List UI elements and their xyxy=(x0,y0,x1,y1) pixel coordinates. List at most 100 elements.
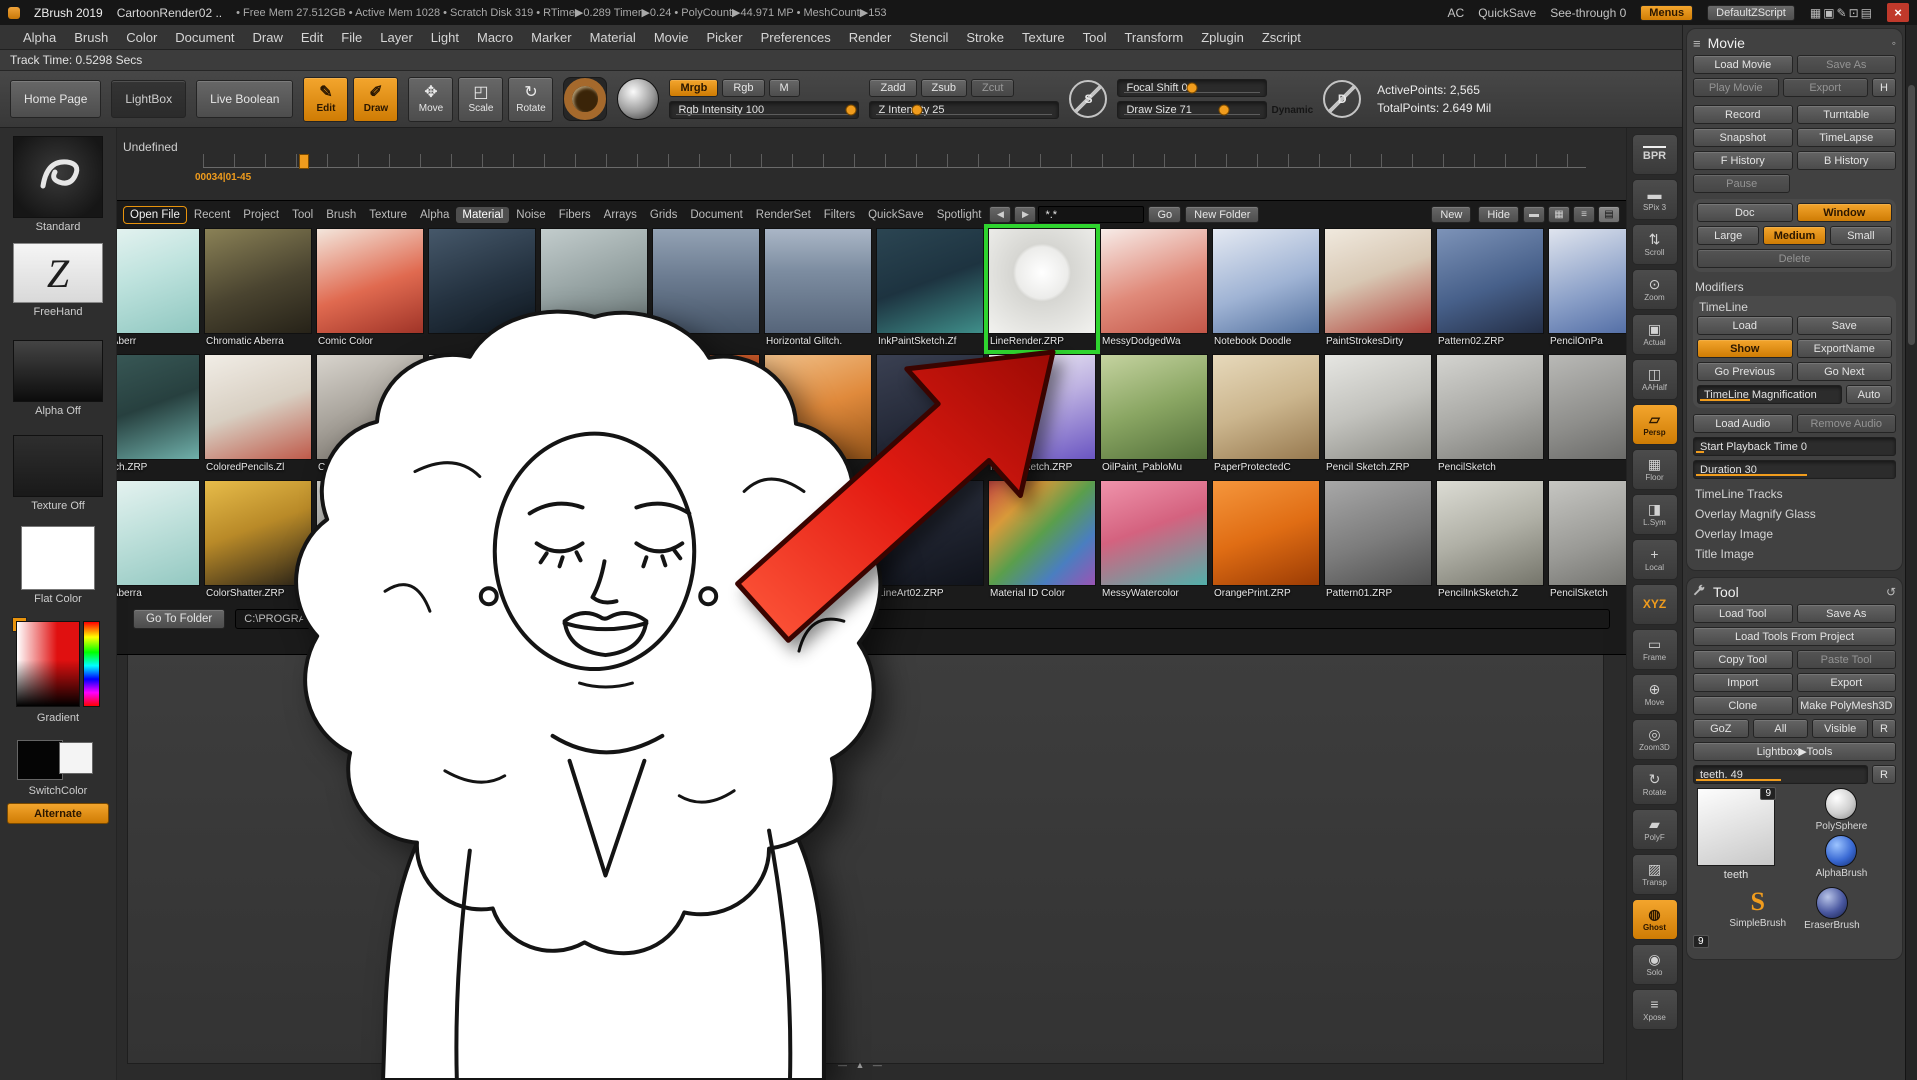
move-button[interactable]: ✥ Move xyxy=(408,77,453,122)
right-shelf-button[interactable]: ◍ Ghost xyxy=(1632,899,1678,940)
timeline-ruler[interactable] xyxy=(203,154,1586,168)
right-shelf-button[interactable]: ◎ Zoom3D xyxy=(1632,719,1678,760)
menu-item[interactable]: Preferences xyxy=(752,30,840,45)
screens-icon[interactable]: ▣ xyxy=(1822,6,1835,20)
lightbox-tab[interactable]: Arrays xyxy=(598,207,643,223)
menu-item[interactable]: Zscript xyxy=(1253,30,1310,45)
timeline-playhead[interactable] xyxy=(299,154,309,169)
delete-button[interactable]: Delete xyxy=(1697,249,1892,268)
clone-button[interactable]: Clone xyxy=(1693,696,1793,715)
lightbox-thumbnail[interactable]: Sketch.ZRP xyxy=(117,354,200,476)
quicksave-button[interactable]: QuickSave xyxy=(1478,6,1536,20)
forward-icon[interactable]: ▶ xyxy=(1014,206,1036,223)
lightbox-thumbnail[interactable]: atic Aberra xyxy=(117,480,200,602)
current-material-preview[interactable] xyxy=(617,78,659,120)
grid-view-icon[interactable]: ▦ xyxy=(1548,206,1570,223)
load-tool-button[interactable]: Load Tool xyxy=(1693,604,1793,623)
live-boolean-button[interactable]: Live Boolean xyxy=(196,80,293,118)
menu-item[interactable]: Color xyxy=(117,30,166,45)
overlay-magnify-label[interactable]: Overlay Magnify Glass xyxy=(1693,503,1896,523)
lightbox-thumbnail[interactable]: PencilSketch xyxy=(1436,354,1544,476)
b-history-button[interactable]: B History xyxy=(1797,151,1897,170)
timeline-magnification-slider[interactable]: TimeLine Magnification xyxy=(1697,385,1842,404)
menu-item[interactable]: Transform xyxy=(1115,30,1192,45)
right-shelf-button[interactable]: ▰ PolyF xyxy=(1632,809,1678,850)
compact-view-icon[interactable]: ▬ xyxy=(1523,206,1545,223)
lightbox-thumbnail[interactable]: PencilInkSketch.Z xyxy=(1436,480,1544,602)
load-movie-button[interactable]: Load Movie xyxy=(1693,55,1793,74)
goz-button[interactable]: GoZ xyxy=(1693,719,1749,738)
menu-item[interactable]: Marker xyxy=(522,30,580,45)
right-shelf-button[interactable]: ▨ Transp xyxy=(1632,854,1678,895)
lightbox-thumbnail[interactable]: atic Aberr xyxy=(117,228,200,350)
lightbox-thumbnail[interactable] xyxy=(1548,354,1626,476)
alphabrush-tool[interactable]: AlphaBrush xyxy=(1816,835,1868,879)
r-button[interactable]: R xyxy=(1872,719,1896,738)
remove-audio-button[interactable]: Remove Audio xyxy=(1797,414,1897,433)
lightbox-tab[interactable]: Material xyxy=(456,207,509,223)
rgb-intensity-slider[interactable]: Rgb Intensity 100 xyxy=(669,101,859,119)
timeline-show-button[interactable]: Show xyxy=(1697,339,1793,358)
d-curve-icon[interactable]: D xyxy=(1323,80,1361,118)
modifiers-label[interactable]: Modifiers xyxy=(1693,276,1896,296)
stroke-selector[interactable]: Z FreeHand xyxy=(13,243,103,318)
main-color-swatch[interactable] xyxy=(17,740,63,780)
back-icon[interactable]: ◀ xyxy=(989,206,1011,223)
lightbox-thumbnail[interactable]: PencilOnPa xyxy=(1548,228,1626,350)
menu-item[interactable]: Draw xyxy=(244,30,292,45)
go-previous-button[interactable]: Go Previous xyxy=(1697,362,1793,381)
zcut-button[interactable]: Zcut xyxy=(971,79,1014,97)
lightbox-thumbnail[interactable]: OrangePrint.ZRP xyxy=(1212,480,1320,602)
menu-item[interactable]: Macro xyxy=(468,30,522,45)
go-to-folder-button[interactable]: Go To Folder xyxy=(133,609,225,629)
right-shelf-button[interactable]: XYZ xyxy=(1632,584,1678,625)
right-shelf-button[interactable]: ⊕ Move xyxy=(1632,674,1678,715)
pen-icon[interactable]: ✎ xyxy=(1836,6,1848,20)
export-movie-button[interactable]: Export xyxy=(1783,78,1869,97)
switch-color[interactable]: SwitchColor xyxy=(13,736,103,797)
duration-slider[interactable]: Duration 30 xyxy=(1693,460,1896,479)
filter-input[interactable]: *.* xyxy=(1038,206,1144,223)
pause-button[interactable]: Pause xyxy=(1693,174,1790,193)
menu-item[interactable]: Texture xyxy=(1013,30,1074,45)
brush-selector[interactable]: Standard xyxy=(13,136,103,233)
right-shelf-button[interactable]: ≡ Xpose xyxy=(1632,989,1678,1030)
goz-visible-button[interactable]: Visible xyxy=(1812,719,1868,738)
zadd-button[interactable]: Zadd xyxy=(869,79,916,97)
lightbox-tab[interactable]: RenderSet xyxy=(750,207,817,223)
load-audio-button[interactable]: Load Audio xyxy=(1693,414,1793,433)
menu-item[interactable]: Material xyxy=(581,30,645,45)
right-shelf-button[interactable]: ⇅ Scroll xyxy=(1632,224,1678,265)
secondary-color-swatch[interactable] xyxy=(59,742,93,774)
hide-button[interactable]: Hide xyxy=(1478,206,1519,223)
menu-item[interactable]: Tool xyxy=(1074,30,1116,45)
menu-item[interactable]: Picker xyxy=(698,30,752,45)
goz-all-button[interactable]: All xyxy=(1753,719,1809,738)
record-button[interactable]: Record xyxy=(1693,105,1793,124)
timeline-tracks-label[interactable]: TimeLine Tracks xyxy=(1693,483,1896,503)
wrench-icon[interactable] xyxy=(1693,584,1706,600)
circle-icon[interactable]: ◦ xyxy=(1892,36,1896,50)
make-polymesh3d-button[interactable]: Make PolyMesh3D xyxy=(1797,696,1897,715)
lightbox-tab[interactable]: Noise xyxy=(510,207,551,223)
doc-button[interactable]: Doc xyxy=(1697,203,1793,222)
lightbox-thumbnail[interactable]: Pattern02.ZRP xyxy=(1436,228,1544,350)
lightbox-tab[interactable]: Recent xyxy=(188,207,236,223)
mrgb-button[interactable]: Mrgb xyxy=(669,79,718,97)
medium-button[interactable]: Medium xyxy=(1763,226,1825,245)
timeline-section-label[interactable]: TimeLine xyxy=(1697,300,1892,316)
color-picker[interactable]: Gradient xyxy=(12,617,104,724)
right-shelf-button[interactable]: ◉ Solo xyxy=(1632,944,1678,985)
color-swatches[interactable] xyxy=(13,736,103,782)
lightbox-thumbnail[interactable]: Notebook Doodle xyxy=(1212,228,1320,350)
menu-item[interactable]: Render xyxy=(840,30,901,45)
paste-tool-button[interactable]: Paste Tool xyxy=(1797,650,1897,669)
grid-icon[interactable]: ▦ xyxy=(1809,6,1822,20)
menus-button[interactable]: Menus xyxy=(1640,5,1693,21)
hue-strip[interactable] xyxy=(83,621,100,707)
s-curve-icon[interactable]: S xyxy=(1069,80,1107,118)
draw-button[interactable]: ✐ Draw xyxy=(353,77,398,122)
title-image-label[interactable]: Title Image xyxy=(1693,543,1896,563)
home-page-button[interactable]: Home Page xyxy=(10,80,101,118)
scrollbar-thumb[interactable] xyxy=(1908,85,1915,345)
